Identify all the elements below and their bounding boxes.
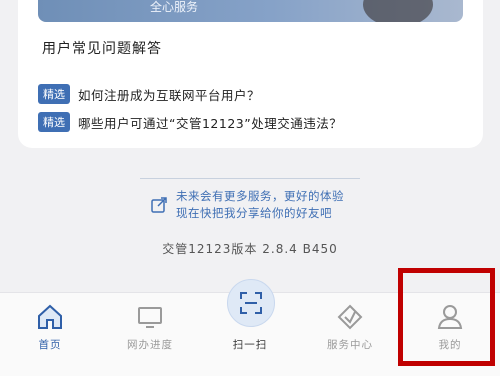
faq-question: 如何注册成为互联网平台用户？	[78, 87, 261, 103]
banner-text: 全心服务	[150, 0, 199, 14]
promo-line-2: 现在快把我分享给你的好友吧	[176, 206, 332, 220]
tab-label: 首页	[38, 339, 62, 351]
share-icon	[151, 197, 167, 213]
highlight-box	[398, 268, 495, 366]
tab-label: 扫一扫	[232, 339, 268, 351]
faq-title: 用户常见问题解答	[42, 41, 162, 57]
scan-icon	[240, 292, 262, 314]
tab-service-center[interactable]: 服务中心	[310, 293, 390, 373]
banner-image	[363, 0, 433, 22]
featured-tag: 精选	[38, 112, 70, 132]
tab-home[interactable]: 首页	[10, 293, 90, 373]
scan-button[interactable]	[227, 279, 275, 327]
share-promo[interactable]: 未来会有更多服务，更好的体验 现在快把我分享给你的好友吧	[150, 188, 344, 222]
monitor-icon	[138, 307, 162, 328]
tab-label: 网办进度	[127, 339, 173, 351]
promo-line-1: 未来会有更多服务，更好的体验	[176, 189, 344, 203]
faq-question: 哪些用户可通过“交管12123”处理交通违法？	[78, 115, 343, 131]
faq-item[interactable]: 精选 哪些用户可通过“交管12123”处理交通违法？	[38, 112, 342, 132]
tab-label: 服务中心	[327, 339, 373, 351]
tab-progress[interactable]: 网办进度	[110, 293, 190, 373]
tab-scan[interactable]: 扫一扫	[210, 279, 290, 373]
service-diamond-icon	[337, 304, 363, 330]
home-icon	[38, 304, 62, 329]
featured-tag: 精选	[38, 84, 70, 104]
app-version: 交管12123版本 2.8.4 B450	[162, 242, 338, 256]
service-banner[interactable]: 全心服务	[38, 0, 463, 22]
faq-item[interactable]: 精选 如何注册成为互联网平台用户？	[38, 84, 260, 104]
